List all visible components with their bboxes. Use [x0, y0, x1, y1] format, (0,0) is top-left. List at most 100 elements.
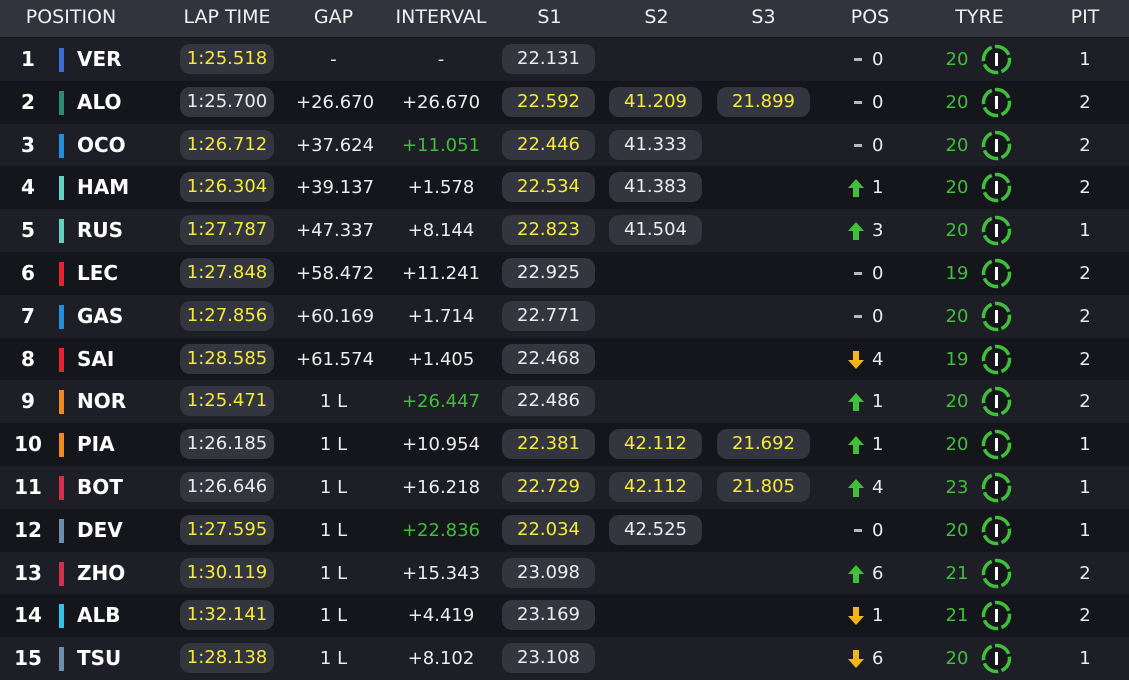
intermediate-tyre-icon	[981, 429, 1012, 460]
position-number: 13	[14, 560, 42, 585]
interval-value: -	[437, 49, 445, 70]
position-number: 14	[14, 603, 42, 628]
arrow-down-icon	[848, 350, 864, 369]
gap-value: +47.337	[296, 220, 375, 242]
sector-s1-pill: 22.823	[502, 215, 595, 246]
position-number: 10	[14, 432, 42, 457]
tyre-laps: 20	[945, 177, 969, 199]
position-number: 9	[21, 389, 35, 414]
header-interval: INTERVAL	[395, 6, 487, 28]
team-color-bar	[59, 604, 64, 629]
header-gap: GAP	[313, 6, 354, 28]
team-color-bar	[59, 48, 64, 72]
table-row[interactable]: 15 TSU 1:28.138 1 L +8.102 23.108 6 20 1	[0, 637, 1129, 680]
tyre-laps: 21	[945, 605, 969, 627]
table-row[interactable]: 8 SAI 1:28.585 +61.574 +1.405 22.468 4 19 2	[0, 337, 1129, 381]
interval-value: +26.447	[401, 391, 481, 413]
sector-s1-pill: 23.108	[502, 643, 595, 674]
interval-value: +4.419	[407, 605, 475, 627]
header-lap-time: LAP TIME	[183, 6, 271, 28]
sector-s2-pill: 42.112	[609, 429, 702, 460]
position-number: 8	[21, 346, 35, 371]
gap-value: 1 L	[319, 562, 348, 584]
sector-s1-pill: 22.925	[502, 258, 595, 288]
gap-value: +60.169	[296, 305, 375, 327]
position-change-value: 0	[872, 134, 884, 156]
sector-s1-pill: 23.098	[502, 557, 595, 588]
table-row[interactable]: 4 HAM 1:26.304 +39.137 +1.578 22.534 41.383 1 20…	[0, 166, 1129, 210]
tyre-laps: 20	[945, 434, 969, 456]
driver-code: BOT	[77, 475, 123, 499]
table-row[interactable]: 1 VER 1:25.518 - - 22.131 0 20 1	[0, 38, 1129, 81]
gap-value: -	[330, 49, 337, 70]
position-number: 4	[21, 175, 35, 200]
header-position: POSITION	[25, 6, 117, 28]
arrow-down-icon	[848, 607, 864, 626]
driver-code: VER	[77, 47, 122, 71]
table-row[interactable]: 2 ALO 1:25.700 +26.670 +26.670 22.592 41.209 21…	[0, 80, 1129, 124]
position-number: 7	[21, 303, 35, 328]
lap-time-pill: 1:26.646	[180, 472, 274, 502]
table-row[interactable]: 7 GAS 1:27.856 +60.169 +1.714 22.771 0 20 2	[0, 294, 1129, 338]
gap-value: +61.574	[296, 348, 375, 370]
sector-s1-pill: 22.592	[502, 86, 595, 117]
intermediate-tyre-icon	[981, 258, 1012, 289]
pit-count: 1	[1079, 519, 1091, 541]
arrow-up-icon	[848, 436, 864, 455]
sector-s1-pill: 22.468	[502, 343, 595, 374]
table-row[interactable]: 13 ZHO 1:30.119 1 L +15.343 23.098 6 21 2	[0, 551, 1129, 595]
lap-time-pill: 1:25.700	[180, 86, 274, 117]
no-change-dash-icon	[854, 272, 862, 275]
tyre-laps: 20	[945, 391, 969, 413]
interval-value: +26.670	[401, 91, 481, 113]
table-row[interactable]: 6 LEC 1:27.848 +58.472 +11.241 22.925 0 19 2	[0, 252, 1129, 295]
sector-s1-pill: 22.381	[502, 429, 595, 460]
table-row[interactable]: 9 NOR 1:25.471 1 L +26.447 22.486 1 20 2	[0, 380, 1129, 424]
sector-s2-pill: 41.383	[609, 172, 702, 203]
sector-s2-pill: 41.209	[609, 86, 702, 117]
pit-count: 1	[1079, 220, 1091, 242]
lap-time-pill: 1:25.518	[180, 44, 274, 74]
driver-code: OCO	[77, 132, 126, 157]
gap-value: +39.137	[296, 177, 375, 199]
interval-value: +16.218	[401, 477, 481, 498]
interval-value: +1.405	[407, 348, 475, 370]
driver-code: ALB	[77, 603, 121, 628]
lap-time-pill: 1:30.119	[180, 557, 274, 588]
table-row[interactable]: 12 DEV 1:27.595 1 L +22.836 22.034 42.525 0 20 1	[0, 508, 1129, 552]
team-color-bar	[59, 262, 64, 286]
driver-code: PIA	[77, 432, 115, 457]
position-change-value: 1	[872, 177, 884, 199]
interval-value: +10.954	[401, 434, 481, 456]
header-s3: S3	[751, 6, 776, 28]
sector-s1-pill: 22.534	[502, 172, 595, 203]
intermediate-tyre-icon	[981, 344, 1012, 374]
intermediate-tyre-icon	[981, 130, 1012, 160]
tyre-laps: 21	[945, 562, 969, 584]
position-number: 11	[14, 475, 42, 499]
lap-time-pill: 1:26.304	[180, 172, 274, 203]
table-row[interactable]: 5 RUS 1:27.787 +47.337 +8.144 22.823 41.504 3 20…	[0, 209, 1129, 253]
lap-time-pill: 1:25.471	[180, 386, 274, 417]
table-row[interactable]: 10 PIA 1:26.185 1 L +10.954 22.381 42.112 21.69…	[0, 423, 1129, 467]
table-row[interactable]: 14 ALB 1:32.141 1 L +4.419 23.169 1 21 2	[0, 594, 1129, 638]
position-change-value: 1	[872, 391, 884, 413]
position-number: 3	[21, 132, 35, 157]
pit-count: 2	[1079, 562, 1091, 584]
tyre-laps: 20	[945, 519, 969, 541]
position-change-value: 6	[872, 648, 884, 670]
position-number: 15	[14, 646, 42, 671]
lap-time-pill: 1:28.585	[180, 343, 274, 374]
arrow-up-icon	[848, 393, 864, 412]
table-row[interactable]: 3 OCO 1:26.712 +37.624 +11.051 22.446 41.333 0 2…	[0, 123, 1129, 167]
lap-time-pill: 1:27.595	[180, 514, 274, 545]
sector-s3-pill: 21.805	[717, 472, 810, 502]
sector-s1-pill: 22.131	[502, 44, 595, 74]
driver-code: LEC	[77, 261, 119, 285]
table-row[interactable]: 11 BOT 1:26.646 1 L +16.218 22.729 42.112 21.80…	[0, 466, 1129, 509]
sector-s1-pill: 22.771	[502, 300, 595, 331]
intermediate-tyre-icon	[981, 173, 1012, 203]
pit-count: 2	[1079, 605, 1091, 627]
team-color-bar	[59, 176, 64, 201]
position-change-value: 6	[872, 562, 884, 584]
